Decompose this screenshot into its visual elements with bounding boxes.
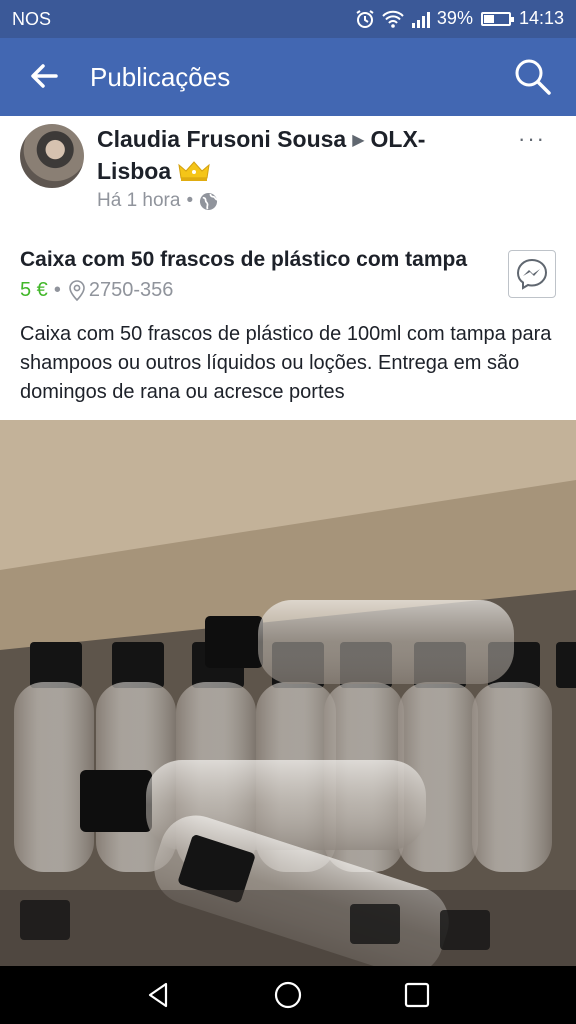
message-seller-button[interactable] [508, 250, 556, 298]
nav-back-icon[interactable] [144, 980, 174, 1010]
status-bar: NOS 39% 14:13 [0, 0, 576, 38]
crown-icon [177, 161, 210, 181]
battery-percent: 39% [436, 8, 473, 28]
nav-home-icon[interactable] [273, 980, 303, 1010]
clock: 14:13 [518, 8, 564, 28]
post-time[interactable]: Há 1 hora [97, 190, 180, 212]
wifi-icon [382, 10, 404, 28]
meta-separator: • [186, 190, 194, 211]
price-separator: • [53, 278, 61, 301]
price-row: 5 € • 2750-356 [20, 278, 173, 302]
arrow-right-icon: ▶ [352, 132, 365, 149]
nav-recents-icon[interactable] [402, 980, 432, 1010]
android-nav-bar [0, 966, 576, 1024]
alarm-icon [356, 9, 374, 28]
listing-description: Caixa com 50 frascos de plástico de 100m… [20, 323, 552, 403]
carrier-name: NOS [12, 9, 52, 29]
signal-icon [411, 11, 430, 28]
post-meta: Há 1 hora • [97, 190, 218, 212]
post-card: Claudia Frusoni Sousa ▶ OLX-Lisboa ··· Há … [0, 116, 576, 420]
back-arrow-icon[interactable] [26, 58, 62, 94]
listing-price: 5 € [20, 278, 48, 301]
messenger-icon [516, 258, 548, 290]
more-options-button[interactable]: ··· [518, 126, 546, 152]
listing-title[interactable]: Caixa com 50 frascos de plástico com tam… [20, 248, 467, 272]
listing-photo[interactable] [0, 420, 576, 966]
location-pin-icon [69, 280, 85, 302]
page-title: Publicações [90, 62, 231, 92]
listing-location: 2750-356 [67, 278, 174, 302]
app-bar: Publicações [0, 38, 576, 116]
battery-icon [480, 11, 514, 26]
photo-illustration [0, 420, 576, 966]
search-icon[interactable] [512, 56, 552, 96]
avatar[interactable] [20, 124, 84, 188]
globe-icon [200, 192, 218, 210]
listing-postcode: 2750-356 [88, 278, 174, 301]
status-icons: 39% 14:13 [355, 8, 564, 29]
post-header: Claudia Frusoni Sousa ▶ OLX-Lisboa [97, 124, 497, 187]
author-name[interactable]: Claudia Frusoni Sousa [97, 126, 346, 152]
